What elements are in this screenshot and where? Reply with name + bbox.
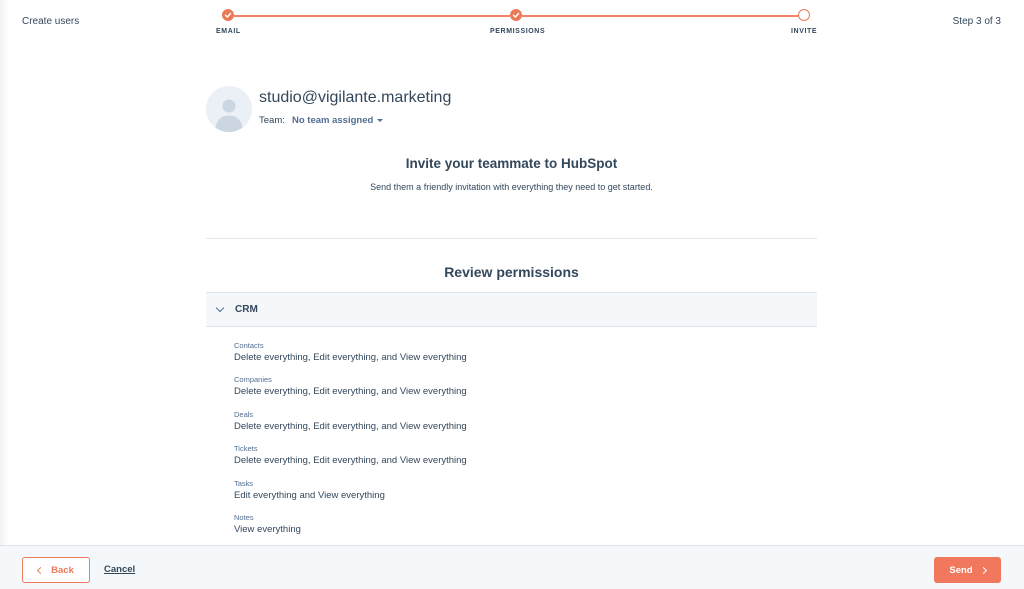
review-permissions-heading: Review permissions [444, 264, 579, 280]
back-button-label: Back [51, 564, 74, 576]
permission-item-deals: Deals Delete everything, Edit everything… [234, 410, 794, 444]
cancel-link[interactable]: Cancel [104, 564, 135, 575]
step-label-email: EMAIL [216, 28, 241, 35]
permission-item-tickets: Tickets Delete everything, Edit everythi… [234, 444, 794, 478]
permission-item-notes: Notes View everything [234, 513, 794, 547]
stepper-line-1 [234, 15, 510, 17]
permission-list: Contacts Delete everything, Edit everyth… [234, 341, 794, 547]
step-permissions-dot [510, 9, 522, 21]
check-icon [512, 12, 520, 18]
permission-item-contacts: Contacts Delete everything, Edit everyth… [234, 341, 794, 375]
step-label-permissions: PERMISSIONS [490, 28, 546, 35]
permission-value: Delete everything, Edit everything, and … [234, 455, 467, 467]
section-divider [206, 238, 817, 239]
permission-value: Delete everything, Edit everything, and … [234, 386, 467, 398]
left-edge-shadow [0, 0, 8, 545]
permission-name: Tickets [234, 444, 258, 454]
team-dropdown-value: No team assigned [292, 115, 374, 126]
send-button[interactable]: Send [934, 557, 1001, 583]
permission-item-companies: Companies Delete everything, Edit everyt… [234, 375, 794, 409]
permission-value: Delete everything, Edit everything, and … [234, 420, 467, 432]
create-users-page: Create users Step 3 of 3 EMAIL PERMISSIO… [0, 0, 1024, 589]
chevron-right-icon [979, 566, 987, 574]
team-dropdown[interactable]: No team assigned [292, 115, 384, 126]
step-label-invite: INVITE [791, 28, 818, 35]
permission-value: Edit everything and View everything [234, 489, 385, 501]
caret-down-icon [377, 119, 384, 122]
stepper-line-2 [522, 15, 798, 17]
check-icon [224, 12, 232, 18]
invite-heading: Invite your teammate to HubSpot [405, 156, 618, 171]
permission-name: Tasks [234, 478, 254, 488]
send-button-label: Send [949, 564, 973, 576]
permission-item-tasks: Tasks Edit everything and View everythin… [234, 479, 794, 513]
back-button[interactable]: Back [22, 557, 90, 583]
invite-subtitle: Send them a friendly invitation with eve… [370, 182, 653, 192]
footer-bar: Back Cancel Send [0, 545, 1024, 589]
permission-name: Notes [234, 512, 254, 522]
user-silhouette-icon [215, 99, 243, 132]
crm-section-label: CRM [235, 304, 258, 315]
chevron-left-icon [37, 566, 45, 574]
permission-value: View everything [234, 523, 301, 535]
permission-value: Delete everything, Edit everything, and … [234, 352, 467, 363]
avatar [206, 86, 252, 132]
permission-name: Deals [234, 409, 254, 419]
step-email-dot [222, 9, 234, 21]
user-email: studio@vigilante.marketing [259, 89, 452, 106]
permission-name: Companies [234, 375, 272, 385]
chevron-down-icon [215, 303, 225, 313]
step-invite-dot [798, 9, 810, 21]
permission-name: Contacts [234, 341, 264, 350]
team-label: Team: [259, 115, 285, 126]
crm-section-toggle[interactable]: CRM [206, 292, 817, 327]
progress-stepper: EMAIL PERMISSIONS INVITE [0, 0, 1024, 45]
